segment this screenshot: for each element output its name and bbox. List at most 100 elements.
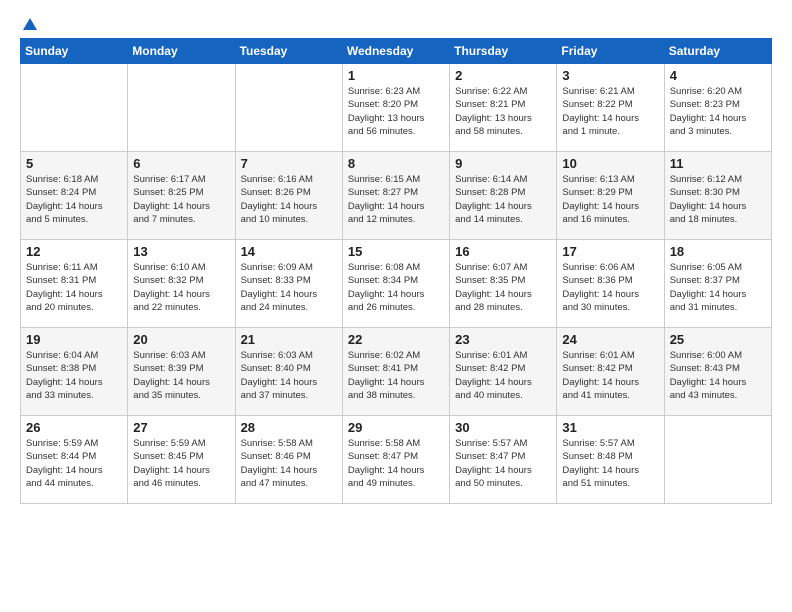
week-row-2: 5Sunrise: 6:18 AM Sunset: 8:24 PM Daylig… — [21, 152, 772, 240]
cell-info: Sunrise: 6:16 AM Sunset: 8:26 PM Dayligh… — [241, 173, 337, 226]
day-number: 13 — [133, 244, 229, 259]
cell-info: Sunrise: 6:08 AM Sunset: 8:34 PM Dayligh… — [348, 261, 444, 314]
day-number: 2 — [455, 68, 551, 83]
day-cell: 4Sunrise: 6:20 AM Sunset: 8:23 PM Daylig… — [664, 64, 771, 152]
day-number: 18 — [670, 244, 766, 259]
cell-info: Sunrise: 6:13 AM Sunset: 8:29 PM Dayligh… — [562, 173, 658, 226]
day-number: 15 — [348, 244, 444, 259]
week-row-3: 12 Sunrise: 6:11 AM Sunset: 8:31 PM Dayli… — [21, 240, 772, 328]
cell-info: Sunrise: 6:14 AM Sunset: 8:28 PM Dayligh… — [455, 173, 551, 226]
day-cell: 27 Sunrise: 5:59 AM Sunset: 8:45 PM Dayli… — [128, 416, 235, 504]
day-number: 7 — [241, 156, 337, 171]
day-number: 21 — [241, 332, 337, 347]
col-friday: Friday — [557, 39, 664, 64]
cell-info: Sunrise: 6:15 AM Sunset: 8:27 PM Dayligh… — [348, 173, 444, 226]
logo-text — [20, 16, 40, 34]
day-cell: 9 Sunrise: 6:14 AM Sunset: 8:28 PM Daylig… — [450, 152, 557, 240]
day-cell: 6Sunrise: 6:17 AM Sunset: 8:25 PM Daylig… — [128, 152, 235, 240]
logo — [20, 16, 40, 30]
week-row-4: 19 Sunrise: 6:04 AM Sunset: 8:38 PM Dayli… — [21, 328, 772, 416]
day-cell — [128, 64, 235, 152]
cell-info: Sunrise: 5:59 AM Sunset: 8:44 PM Dayligh… — [26, 437, 122, 490]
cell-info: Sunrise: 6:01 AM Sunset: 8:42 PM Dayligh… — [455, 349, 551, 402]
day-number: 3 — [562, 68, 658, 83]
cell-info: Sunrise: 5:58 AM Sunset: 8:46 PM Dayligh… — [241, 437, 337, 490]
week-row-5: 26 Sunrise: 5:59 AM Sunset: 8:44 PM Dayli… — [21, 416, 772, 504]
cell-info: Sunrise: 5:57 AM Sunset: 8:48 PM Dayligh… — [562, 437, 658, 490]
cell-info: Sunrise: 6:12 AM Sunset: 8:30 PM Dayligh… — [670, 173, 766, 226]
day-number: 17 — [562, 244, 658, 259]
day-number: 27 — [133, 420, 229, 435]
header — [20, 16, 772, 30]
day-number: 19 — [26, 332, 122, 347]
day-cell: 24 Sunrise: 6:01 AM Sunset: 8:42 PM Dayli… — [557, 328, 664, 416]
day-cell: 10Sunrise: 6:13 AM Sunset: 8:29 PM Dayli… — [557, 152, 664, 240]
day-number: 26 — [26, 420, 122, 435]
day-cell: 12 Sunrise: 6:11 AM Sunset: 8:31 PM Dayli… — [21, 240, 128, 328]
day-cell: 16Sunrise: 6:07 AM Sunset: 8:35 PM Dayli… — [450, 240, 557, 328]
cell-info: Sunrise: 5:58 AM Sunset: 8:47 PM Dayligh… — [348, 437, 444, 490]
day-cell: 20 Sunrise: 6:03 AM Sunset: 8:39 PM Dayli… — [128, 328, 235, 416]
day-cell: 21Sunrise: 6:03 AM Sunset: 8:40 PM Dayli… — [235, 328, 342, 416]
day-number: 14 — [241, 244, 337, 259]
day-cell: 1Sunrise: 6:23 AM Sunset: 8:20 PM Daylig… — [342, 64, 449, 152]
day-cell — [664, 416, 771, 504]
day-number: 8 — [348, 156, 444, 171]
day-cell: 14 Sunrise: 6:09 AM Sunset: 8:33 PM Dayli… — [235, 240, 342, 328]
day-number: 28 — [241, 420, 337, 435]
day-cell: 3 Sunrise: 6:21 AM Sunset: 8:22 PM Daylig… — [557, 64, 664, 152]
day-cell: 29 Sunrise: 5:58 AM Sunset: 8:47 PM Dayli… — [342, 416, 449, 504]
day-number: 23 — [455, 332, 551, 347]
day-number: 9 — [455, 156, 551, 171]
col-tuesday: Tuesday — [235, 39, 342, 64]
day-number: 25 — [670, 332, 766, 347]
day-number: 30 — [455, 420, 551, 435]
day-number: 1 — [348, 68, 444, 83]
cell-info: Sunrise: 6:10 AM Sunset: 8:32 PM Dayligh… — [133, 261, 229, 314]
day-cell: 8 Sunrise: 6:15 AM Sunset: 8:27 PM Daylig… — [342, 152, 449, 240]
cell-info: Sunrise: 6:07 AM Sunset: 8:35 PM Dayligh… — [455, 261, 551, 314]
day-cell: 18 Sunrise: 6:05 AM Sunset: 8:37 PM Dayli… — [664, 240, 771, 328]
header-row: Sunday Monday Tuesday Wednesday Thursday… — [21, 39, 772, 64]
day-cell: 31 Sunrise: 5:57 AM Sunset: 8:48 PM Dayli… — [557, 416, 664, 504]
cell-info: Sunrise: 6:01 AM Sunset: 8:42 PM Dayligh… — [562, 349, 658, 402]
day-cell: 13 Sunrise: 6:10 AM Sunset: 8:32 PM Dayli… — [128, 240, 235, 328]
day-number: 20 — [133, 332, 229, 347]
day-cell: 25Sunrise: 6:00 AM Sunset: 8:43 PM Dayli… — [664, 328, 771, 416]
cell-info: Sunrise: 6:18 AM Sunset: 8:24 PM Dayligh… — [26, 173, 122, 226]
calendar: Sunday Monday Tuesday Wednesday Thursday… — [20, 38, 772, 504]
cell-info: Sunrise: 6:06 AM Sunset: 8:36 PM Dayligh… — [562, 261, 658, 314]
day-number: 12 — [26, 244, 122, 259]
cell-info: Sunrise: 5:57 AM Sunset: 8:47 PM Dayligh… — [455, 437, 551, 490]
day-cell — [21, 64, 128, 152]
col-thursday: Thursday — [450, 39, 557, 64]
cell-info: Sunrise: 6:21 AM Sunset: 8:22 PM Dayligh… — [562, 85, 658, 138]
cell-info: Sunrise: 5:59 AM Sunset: 8:45 PM Dayligh… — [133, 437, 229, 490]
cell-info: Sunrise: 6:05 AM Sunset: 8:37 PM Dayligh… — [670, 261, 766, 314]
logo-icon — [21, 16, 39, 34]
day-cell: 15 Sunrise: 6:08 AM Sunset: 8:34 PM Dayli… — [342, 240, 449, 328]
cell-info: Sunrise: 6:09 AM Sunset: 8:33 PM Dayligh… — [241, 261, 337, 314]
day-number: 24 — [562, 332, 658, 347]
day-cell: 26 Sunrise: 5:59 AM Sunset: 8:44 PM Dayli… — [21, 416, 128, 504]
col-saturday: Saturday — [664, 39, 771, 64]
day-cell: 7 Sunrise: 6:16 AM Sunset: 8:26 PM Daylig… — [235, 152, 342, 240]
day-cell: 30 Sunrise: 5:57 AM Sunset: 8:47 PM Dayli… — [450, 416, 557, 504]
cell-info: Sunrise: 6:02 AM Sunset: 8:41 PM Dayligh… — [348, 349, 444, 402]
col-sunday: Sunday — [21, 39, 128, 64]
day-cell: 19 Sunrise: 6:04 AM Sunset: 8:38 PM Dayli… — [21, 328, 128, 416]
day-number: 31 — [562, 420, 658, 435]
day-cell — [235, 64, 342, 152]
day-number: 4 — [670, 68, 766, 83]
cell-info: Sunrise: 6:03 AM Sunset: 8:39 PM Dayligh… — [133, 349, 229, 402]
page: Sunday Monday Tuesday Wednesday Thursday… — [0, 0, 792, 514]
day-cell: 2 Sunrise: 6:22 AM Sunset: 8:21 PM Daylig… — [450, 64, 557, 152]
day-number: 22 — [348, 332, 444, 347]
cell-info: Sunrise: 6:04 AM Sunset: 8:38 PM Dayligh… — [26, 349, 122, 402]
cell-info: Sunrise: 6:11 AM Sunset: 8:31 PM Dayligh… — [26, 261, 122, 314]
day-cell: 17 Sunrise: 6:06 AM Sunset: 8:36 PM Dayli… — [557, 240, 664, 328]
cell-info: Sunrise: 6:22 AM Sunset: 8:21 PM Dayligh… — [455, 85, 551, 138]
day-number: 11 — [670, 156, 766, 171]
day-cell: 5Sunrise: 6:18 AM Sunset: 8:24 PM Daylig… — [21, 152, 128, 240]
day-number: 29 — [348, 420, 444, 435]
